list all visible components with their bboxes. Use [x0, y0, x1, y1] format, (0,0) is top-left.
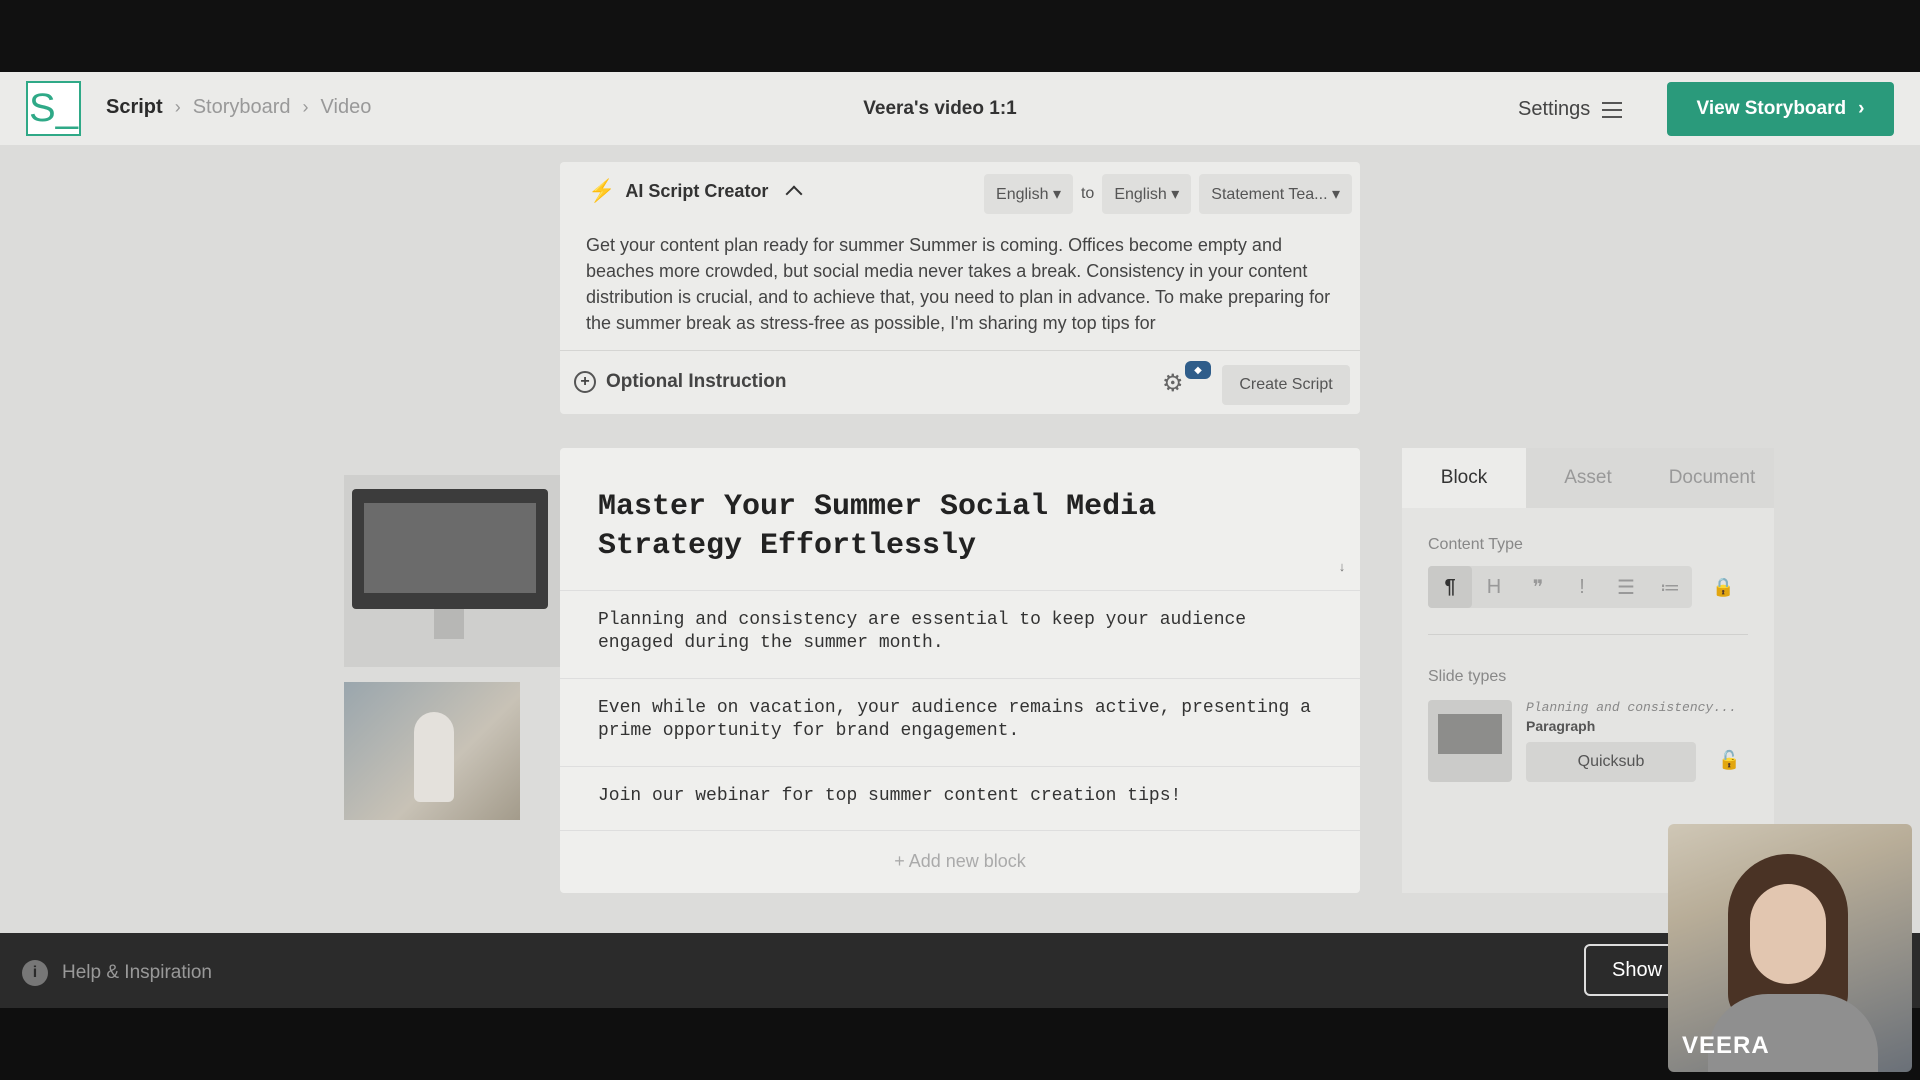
divider [1428, 634, 1748, 635]
ai-creator-footer: + Optional Instruction ⚙ ◆ Create Script [560, 350, 1360, 414]
ai-creator-header[interactable]: ⚡ AI Script Creator [588, 178, 803, 204]
from-language-dropdown[interactable]: English ▾ [984, 174, 1073, 214]
tab-block[interactable]: Block [1402, 448, 1526, 508]
heading-icon[interactable]: H [1472, 566, 1516, 608]
settings-label: Settings [1518, 98, 1591, 120]
ai-creator-title: AI Script Creator [625, 180, 769, 201]
to-label: to [1080, 185, 1095, 202]
ordered-list-icon[interactable]: ☰ [1604, 566, 1648, 608]
webcam-name: VEERA [1682, 1032, 1770, 1059]
person-image [414, 712, 454, 802]
slide-thumbnail-photo[interactable] [344, 682, 520, 820]
webcam-overlay: VEERA [1668, 824, 1912, 1072]
slide-types-label: Slide types [1428, 668, 1507, 685]
view-storyboard-button[interactable]: View Storyboard › [1667, 82, 1894, 136]
panel-tabs: Block Asset Document [1402, 448, 1774, 508]
lightning-icon: ⚡ [588, 178, 616, 203]
paragraph-icon[interactable]: ¶ [1428, 566, 1472, 608]
arrow-down-icon[interactable]: ↓ [1332, 556, 1352, 576]
template-dropdown[interactable]: Statement Tea... ▾ [1199, 174, 1352, 214]
help-inspiration-link[interactable]: Help & Inspiration [62, 962, 212, 984]
script-block[interactable]: Planning and consistency are essential t… [560, 590, 1360, 678]
view-storyboard-label: View Storyboard [1696, 98, 1847, 119]
script-block[interactable]: Even while on vacation, your audience re… [560, 678, 1360, 766]
bottom-black-band [0, 1008, 1920, 1080]
gear-icon[interactable]: ⚙ [1162, 369, 1184, 398]
exclamation-icon[interactable]: ! [1560, 566, 1604, 608]
monitor-image [352, 489, 548, 609]
chevron-up-icon[interactable] [785, 185, 803, 203]
hamburger-icon [1602, 101, 1623, 118]
to-language-value: English [1114, 186, 1167, 203]
add-new-block-button[interactable]: + Add new block [560, 830, 1360, 893]
ai-script-creator-panel: ⚡ AI Script Creator English ▾ to English… [560, 162, 1360, 414]
quicksub-button[interactable]: Quicksub [1526, 742, 1696, 782]
content-type-selector: ¶ H ❞ ! ☰ ≔ 🔒 [1428, 566, 1734, 608]
slide-preview-text: Planning and consistency... [1526, 700, 1737, 715]
script-editor: Master Your Summer Social Media Strategy… [560, 448, 1360, 893]
tab-document[interactable]: Document [1650, 448, 1774, 508]
lock-icon[interactable]: 🔒 [1712, 577, 1734, 598]
chevron-right-icon: › [1858, 98, 1865, 119]
template-value: Statement Tea... [1211, 186, 1328, 203]
optional-instruction-toggle[interactable]: + Optional Instruction [574, 371, 787, 393]
monitor-stand [434, 609, 464, 639]
source-text-area[interactable]: Get your content plan ready for summer S… [586, 232, 1336, 336]
info-icon[interactable]: i [22, 960, 48, 986]
plus-circle-icon: + [574, 371, 596, 393]
slide-kind-label: Paragraph [1526, 718, 1596, 734]
from-language-value: English [996, 186, 1049, 203]
quote-icon[interactable]: ❞ [1516, 566, 1560, 608]
language-selectors: English ▾ to English ▾ Statement Tea... … [984, 174, 1352, 214]
to-language-dropdown[interactable]: English ▾ [1102, 174, 1192, 214]
content-type-group: ¶ H ❞ ! ☰ ≔ [1428, 566, 1692, 608]
create-script-button[interactable]: Create Script [1222, 365, 1350, 405]
unlock-icon[interactable]: 🔓 [1718, 750, 1740, 771]
optional-instruction-label: Optional Instruction [606, 371, 787, 392]
bullet-list-icon[interactable]: ≔ [1648, 566, 1692, 608]
top-black-band [0, 0, 1920, 72]
settings-menu[interactable]: Settings [1518, 98, 1623, 121]
script-block[interactable]: Join our webinar for top summer content … [560, 766, 1360, 830]
premium-gem-icon: ◆ [1185, 361, 1211, 379]
webcam-face [1750, 884, 1826, 984]
content-type-label: Content Type [1428, 536, 1523, 553]
slide-thumbnail-desktop[interactable] [344, 475, 560, 667]
script-title[interactable]: Master Your Summer Social Media Strategy… [598, 488, 1278, 566]
tab-asset[interactable]: Asset [1526, 448, 1650, 508]
slide-type-thumbnail[interactable] [1428, 700, 1512, 782]
